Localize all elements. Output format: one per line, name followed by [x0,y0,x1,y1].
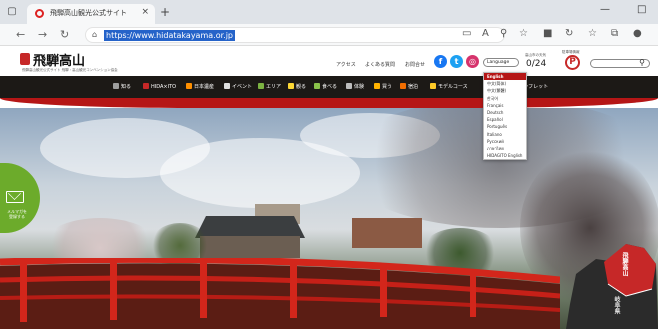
logo-mark-icon [20,53,30,65]
favorite-icon[interactable]: ☆ [519,28,528,39]
red-banner-strip [0,98,658,108]
profile-icon[interactable]: ● [633,28,642,39]
new-tab-button[interactable]: + [160,5,170,19]
parking-icon[interactable]: P [565,55,580,70]
hidaito-icon [143,83,149,89]
language-label: Language [487,60,510,65]
language-option[interactable]: 한국어 [484,95,526,102]
extension-icon[interactable]: ■ [543,28,552,39]
nav-item-model-course[interactable]: モデルコース [430,83,468,90]
language-dropdown[interactable]: English 中文(简体) 中文(繁體) 한국어 Français Deuts… [483,72,527,161]
browser-tab[interactable]: 飛騨高山観光公式サイト × [27,4,155,24]
red-bridge [0,258,560,329]
language-option[interactable]: ภาษาไทย [484,145,526,152]
back-icon[interactable]: ← [16,28,25,41]
event-icon [224,83,230,89]
browser-window: ▢ 飛騨高山観光公式サイト × + — □ ← → ↻ ⌂ https://ww… [0,0,658,329]
hero-photo: メルマガを 登録する [0,108,658,329]
search-icon[interactable]: ⚲ [639,58,645,67]
stay-icon [400,83,406,89]
language-option[interactable]: English [484,73,526,81]
area-icon [258,83,264,89]
building [352,218,422,248]
mail-icon [6,191,24,203]
weather-widget[interactable]: 高山市の天気 0/24 [523,53,553,72]
shopping-icon [374,83,380,89]
language-option[interactable]: Русский [484,138,526,145]
address-url[interactable]: https://www.hidatakayama.or.jp [104,30,235,41]
building [200,236,300,258]
facebook-icon[interactable]: f [434,55,447,68]
nav-item-stay[interactable]: 宿泊 [400,83,418,90]
browser-toolbar: ← → ↻ ⌂ https://www.hidatakayama.or.jp ▭… [0,24,658,46]
heritage-icon [186,83,192,89]
weather-label: 高山市の天気 [525,53,546,57]
zoom-icon[interactable]: ⚲ [500,28,507,39]
gifu-map-icon [566,244,658,329]
temple-roof [195,216,305,238]
tab-actions-icon[interactable]: ▢ [6,6,18,18]
site-favicon-icon [35,9,44,18]
address-bar[interactable]: ⌂ https://www.hidatakayama.or.jp [85,27,505,43]
home-icon[interactable]: ⌂ [92,30,97,39]
access-link[interactable]: アクセス [336,61,356,68]
tab-bar: ▢ 飛騨高山観光公式サイト × + — □ [0,0,658,24]
refresh-extension-icon[interactable]: ↻ [565,28,573,39]
main-nav: 知る HIDA×ITO 日本遺産 イベント エリア 観る 食べる 体験 買う 宿… [0,76,658,98]
food-icon [314,83,320,89]
read-aloud-icon[interactable]: A [482,28,489,39]
newsletter-text: メルマガを 登録する [7,209,27,219]
nav-item-miru[interactable]: 観る [288,83,306,90]
map-label-gifu: 岐阜県 [613,296,620,314]
contact-link[interactable]: お問合せ [405,61,425,68]
language-option[interactable]: 中文(繁體) [484,87,526,94]
nav-item-area[interactable]: エリア [258,83,281,90]
language-option[interactable]: HIDAGITO English [484,152,526,159]
language-option[interactable]: 中文(简体) [484,80,526,87]
favorites-bar-icon[interactable]: ☆ [588,28,597,39]
tab-title: 飛騨高山観光公式サイト [50,9,127,17]
language-option[interactable]: Italiano [484,131,526,138]
torii-icon [288,83,294,89]
twitter-icon[interactable]: t [450,55,463,68]
site-logo[interactable]: 飛騨高山 [33,50,85,69]
location-map[interactable]: 飛騨高山 岐阜県 [566,234,658,329]
site-header: 飛騨高山 飛騨高山観光公式サイト 飛騨・高山観光コンベンション協会 アクセス よ… [0,46,658,76]
minimize-button[interactable]: — [600,4,610,15]
app-available-icon[interactable]: ▭ [462,28,471,39]
reload-icon[interactable]: ↻ [60,28,69,41]
course-icon [430,83,436,89]
newsletter-badge[interactable]: メルマガを 登録する [0,163,40,233]
book-icon [113,83,119,89]
language-option[interactable]: Deutsch [484,109,526,116]
forward-icon[interactable]: → [38,28,47,41]
nav-item-hidaito[interactable]: HIDA×ITO [143,83,176,90]
nav-item-japan-heritage[interactable]: 日本遺産 [186,83,214,90]
nav-item-taberu[interactable]: 食べる [314,83,337,90]
language-option[interactable]: Português [484,123,526,130]
tab-close-button[interactable]: × [141,7,149,17]
language-option[interactable]: Français [484,102,526,109]
nav-item-taiken[interactable]: 体験 [346,83,364,90]
weather-temp: 0/24 [526,59,547,69]
site-search-input[interactable]: ⚲ [590,58,650,68]
nav-item-shiru[interactable]: 知る [113,83,131,90]
language-option[interactable]: Español [484,116,526,123]
collections-icon[interactable]: ⧉ [611,28,618,39]
experience-icon [346,83,352,89]
logo-subtitle: 飛騨高山観光公式サイト 飛騨・高山観光コンベンション協会 [22,68,118,72]
faq-link[interactable]: よくある質問 [365,61,395,68]
language-select[interactable]: Language [483,58,519,67]
nav-item-kau[interactable]: 買う [374,83,392,90]
nav-item-event[interactable]: イベント [224,83,252,90]
maximize-button[interactable]: □ [637,4,646,15]
instagram-icon[interactable]: ◎ [466,55,479,68]
map-label-takayama: 飛騨高山 [621,252,628,276]
